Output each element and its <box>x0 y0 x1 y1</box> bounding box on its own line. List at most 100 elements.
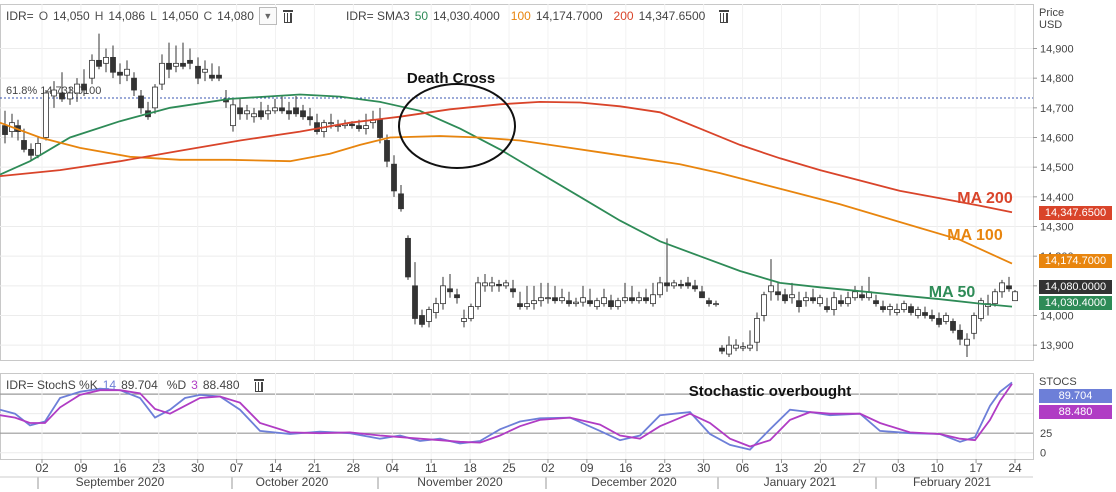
candle-body <box>482 282 488 287</box>
sma1-value: 14,030.4000 <box>433 9 500 23</box>
candle-body <box>67 92 73 100</box>
candle-body <box>685 282 691 287</box>
candle-body <box>293 107 299 115</box>
candle-body <box>328 122 334 125</box>
candle-body <box>915 309 921 316</box>
trash-icon[interactable] <box>282 9 294 23</box>
candle-body <box>180 62 186 67</box>
candle-body <box>692 285 698 290</box>
candle-body <box>524 303 530 307</box>
candle-body <box>510 288 516 293</box>
candle-body <box>2 125 8 135</box>
x-tick-label: 27 <box>853 461 867 475</box>
symbol-label: IDR= <box>6 9 34 23</box>
candle-body <box>782 294 788 302</box>
candle-body <box>566 300 572 305</box>
candle-body <box>594 300 600 307</box>
candle-body <box>468 306 474 319</box>
candle-body <box>629 297 635 302</box>
candle-body <box>775 291 781 296</box>
sma2-period: 100 <box>510 9 531 23</box>
price-tick-label: 14,000 <box>1040 311 1074 323</box>
candle-body <box>377 119 383 138</box>
trash-icon[interactable] <box>718 9 730 23</box>
candle-body <box>740 346 746 349</box>
candle-body <box>622 297 628 302</box>
ma200-label: MA 200 <box>957 190 1013 207</box>
candle-body <box>265 110 271 115</box>
candle-body <box>726 344 732 355</box>
x-tick-label: 11 <box>425 461 438 475</box>
price-tick-label: 14,800 <box>1040 73 1074 85</box>
candle-body <box>733 344 739 349</box>
candle-body <box>74 83 80 94</box>
candle-body <box>59 92 65 100</box>
candle-body <box>643 297 649 302</box>
candle-body <box>166 62 172 70</box>
candle-body <box>908 306 914 313</box>
stoch-k-tag: 89.704 <box>1039 389 1112 403</box>
stoch-k-value: 89.704 <box>121 378 158 392</box>
candle-body <box>1012 291 1018 302</box>
stoch-header: IDR= StochS %K 14 89.704 %D 3 88.480 <box>6 376 265 394</box>
price-axis-title-line2: USD <box>1039 19 1063 31</box>
x-tick-label: 23 <box>152 461 166 475</box>
candle <box>468 303 474 322</box>
candle-body <box>43 92 49 138</box>
candle <box>1012 289 1018 302</box>
candle-body <box>671 282 677 287</box>
trash-icon[interactable] <box>253 378 265 392</box>
x-tick-label: 20 <box>814 461 828 475</box>
price-plot-frame <box>0 4 1034 361</box>
stoch-tick-label: 25 <box>1040 428 1052 440</box>
candle-body <box>552 297 558 302</box>
sma3-value: 14,347.6500 <box>638 9 706 23</box>
stoch-k-period: 14 <box>102 378 117 392</box>
candle-body <box>796 300 802 307</box>
candle <box>992 288 998 307</box>
ma200-price-tag: 14,347.6500 <box>1039 206 1112 220</box>
candle-body <box>412 285 418 319</box>
stoch-axis-title: STOCS <box>1039 376 1077 388</box>
candle-body <box>845 297 851 305</box>
candle-body <box>138 95 144 109</box>
candle-body <box>999 282 1005 293</box>
x-tick-label: 16 <box>619 461 633 475</box>
x-tick-label: 02 <box>35 461 49 475</box>
stoch-d-value: 88.480 <box>202 378 240 392</box>
candle-body <box>817 297 823 305</box>
ma100-label: MA 100 <box>947 227 1003 244</box>
price-tick-label: 14,700 <box>1040 103 1074 115</box>
candle-body <box>314 122 320 132</box>
stoch-d-tag: 88.480 <box>1039 405 1112 419</box>
candle-body <box>1006 285 1012 290</box>
x-tick-label: 18 <box>463 461 477 475</box>
candle-body <box>209 74 215 79</box>
stoch-overbought-label: Stochastic overbought <box>689 383 852 400</box>
candle-body <box>601 297 607 305</box>
candle-body <box>517 303 523 307</box>
candle-body <box>159 62 165 85</box>
candle-body <box>545 297 551 300</box>
price-tick-label: 14,600 <box>1040 133 1074 145</box>
candle-body <box>531 300 537 305</box>
candle-body <box>761 294 767 316</box>
candle-body <box>496 283 502 287</box>
x-tick-label: 13 <box>775 461 789 475</box>
candle-body <box>258 110 264 118</box>
candle-body <box>887 306 893 310</box>
price-tick-label: 14,300 <box>1040 222 1074 234</box>
candle-body <box>51 89 57 97</box>
price-tick-label: 14,500 <box>1040 162 1074 174</box>
candle-body <box>426 309 432 322</box>
candle-body <box>21 140 27 150</box>
x-tick-label: 17 <box>969 461 983 475</box>
candle-body <box>96 59 102 67</box>
candle-body <box>461 318 467 322</box>
candle-body <box>831 297 837 310</box>
price-axis-title: Price USD <box>1039 7 1064 31</box>
candle-body <box>880 306 886 310</box>
chevron-down-icon[interactable]: ▼ <box>258 7 277 25</box>
candle-body <box>573 301 579 305</box>
x-tick-label: 06 <box>736 461 750 475</box>
